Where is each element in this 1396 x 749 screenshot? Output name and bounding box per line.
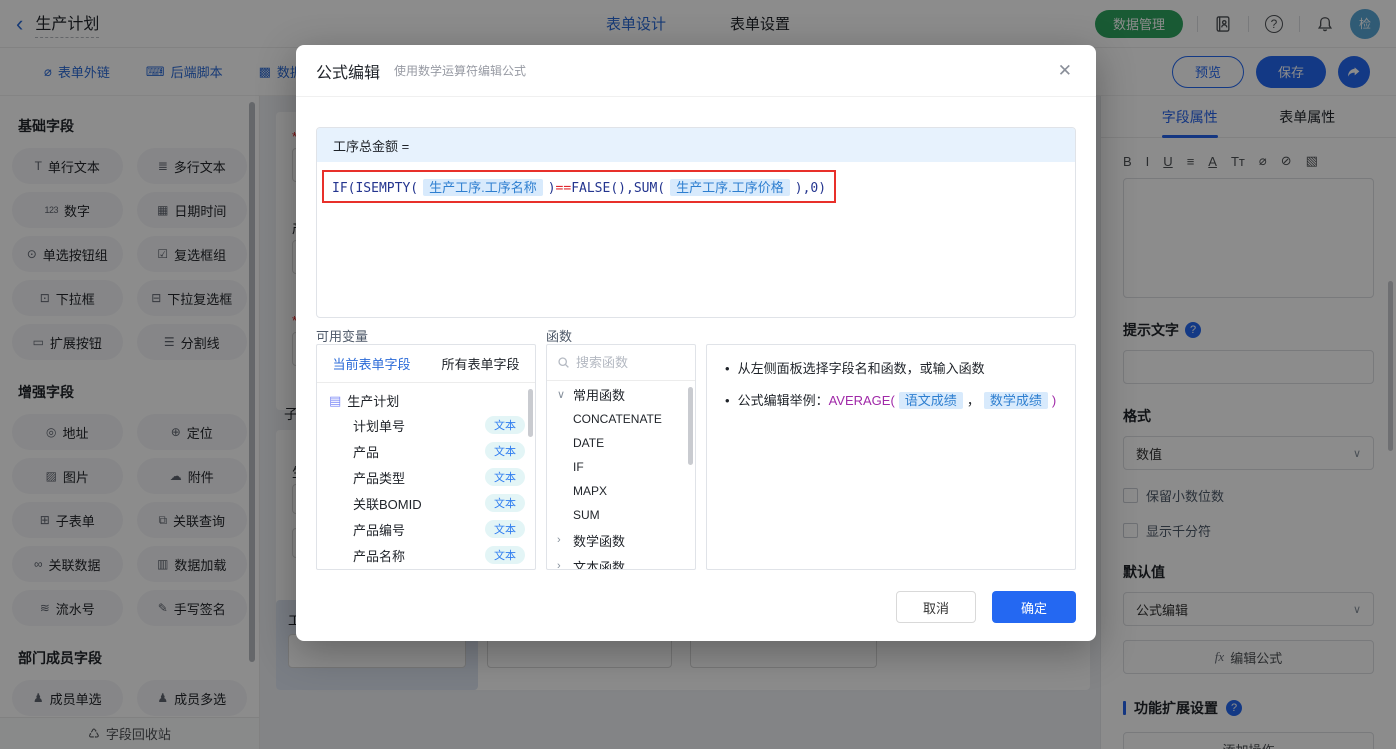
tip-example-prefix: 公式编辑举例： [737,392,829,408]
functions-scrollbar[interactable] [688,387,693,465]
variables-scrollbar[interactable] [528,389,533,437]
function-search-input[interactable] [576,355,676,370]
functions-panel: ∨ 常用函数 CONCATENATEDATEIFMAPXSUM › 数学函数 › 文本函数 [546,344,696,570]
variables-list: 计划单号 文本 产品 文本 产品类型 文本 关联BOMID 文本 产品编号 文本 产品名称 文本 [317,412,535,568]
chevron-down-icon: ∨ [557,388,566,401]
search-icon [558,357,569,368]
tab-current-form-fields[interactable]: 当前表单字段 [332,354,410,373]
function-group-label: 文本函数 [573,559,626,570]
variable-row-计划单号[interactable]: 计划单号 文本 [317,412,535,438]
function-item-DATE[interactable]: DATE [547,431,695,455]
variable-type-badge: 文本 [485,520,525,538]
variables-root-node[interactable]: ▤ 生产计划 [317,383,535,412]
root-label: 生产计划 [347,394,400,409]
bullet: • [725,392,730,408]
formula-result-label: 工序总金额 = [317,128,1075,162]
variable-type-badge: 文本 [485,546,525,564]
variable-name: 产品 [353,444,380,460]
example-fn: AVERAGE( [828,392,895,408]
function-item-IF[interactable]: IF [547,455,695,479]
function-item-SUM[interactable]: SUM [547,503,695,527]
function-group-文本函数[interactable]: › 文本函数 [547,553,695,570]
function-group-常用函数[interactable]: ∨ 常用函数 [547,381,695,407]
variable-row-产品名称[interactable]: 产品名称 文本 [317,542,535,568]
function-group-数学函数[interactable]: › 数学函数 [547,527,695,553]
example-fn: ) [1051,392,1057,408]
function-group-label: 数学函数 [573,533,626,549]
variable-type-badge: 文本 [485,494,525,512]
variable-name: 产品类型 [353,470,406,486]
variable-type-badge: 文本 [485,416,525,434]
variable-type-badge: 文本 [485,442,525,460]
formula-code: FALSE(),SUM( [571,181,666,196]
example-field-chip: 语文成绩 [898,391,963,409]
function-search [547,345,695,381]
tip-line-2: • 公式编辑举例：AVERAGE(语文成绩，数学成绩) [725,391,1057,411]
tip-text: 从左侧面板选择字段名和函数，或输入函数 [737,361,985,376]
variables-panel: 当前表单字段 所有表单字段 ▤ 生产计划 计划单号 文本 产品 文本 产品类型 文本 关联B… [316,344,536,570]
tab-all-form-fields[interactable]: 所有表单字段 [441,354,519,373]
variable-row-产品类型[interactable]: 产品类型 文本 [317,464,535,490]
bullet: • [725,361,730,376]
example-field-chip: 数学成绩 [983,391,1048,409]
formula-field-chip[interactable]: 生产工序.工序名称 [423,179,543,196]
variable-row-产品编号[interactable]: 产品编号 文本 [317,516,535,542]
formula-code: ),0) [794,181,827,196]
formula-code: ) [547,181,556,196]
dialog-header: 公式编辑 使用数学运算符编辑公式 ✕ [296,45,1096,97]
functions-list: ∨ 常用函数 CONCATENATE DATE IF MAPX SUM › 数学函数 › 文本函数 [547,381,695,570]
formula-editor[interactable]: 工序总金额 = IF(ISEMPTY( 生产工序.工序名称)==FALSE(),S… [316,127,1076,318]
function-item-CONCATENATE[interactable]: CONCATENATE [547,407,695,431]
tip-line-1: • 从左侧面板选择字段名和函数，或输入函数 [725,359,1057,379]
variables-label: 可用变量 [316,329,369,344]
chevron-right-icon: › [557,560,561,570]
form-doc-icon: ▤ [329,392,342,408]
formula-tips-panel: • 从左侧面板选择字段名和函数，或输入函数 • 公式编辑举例：AVERAGE(语… [706,344,1076,570]
dialog-footer: 取消 确定 [896,591,1076,623]
variable-name: 计划单号 [353,418,406,434]
variable-row-产品[interactable]: 产品 文本 [317,438,535,464]
cancel-button[interactable]: 取消 [896,591,976,623]
functions-label: 函数 [546,329,573,344]
dialog-subtitle: 使用数学运算符编辑公式 [394,64,527,78]
variable-type-badge: 文本 [485,468,525,486]
variable-name: 关联BOMID [353,496,422,512]
variables-tabs: 当前表单字段 所有表单字段 [317,345,535,383]
variable-name: 产品名称 [353,548,406,564]
formula-field-chip[interactable]: 生产工序.工序价格 [670,179,790,196]
formula-expression[interactable]: IF(ISEMPTY( 生产工序.工序名称)==FALSE(),SUM( 生产工序.… [322,170,837,203]
function-group-label: 常用函数 [573,387,626,403]
function-item-MAPX[interactable]: MAPX [547,479,695,503]
dialog-title: 公式编辑 [316,64,381,82]
tip-example: 公式编辑举例：AVERAGE(语文成绩，数学成绩) [737,391,1057,411]
chevron-right-icon: › [557,534,561,546]
formula-code: IF(ISEMPTY( [332,181,419,196]
formula-edit-dialog: 公式编辑 使用数学运算符编辑公式 ✕ 工序总金额 = IF(ISEMPTY( 生产… [296,45,1096,641]
formula-op: == [555,181,572,196]
example-plain: ， [966,392,980,408]
variable-name: 产品编号 [353,522,406,538]
confirm-button[interactable]: 确定 [992,591,1076,623]
close-icon[interactable]: ✕ [1058,61,1072,81]
variable-row-关联BOMID[interactable]: 关联BOMID 文本 [317,490,535,516]
